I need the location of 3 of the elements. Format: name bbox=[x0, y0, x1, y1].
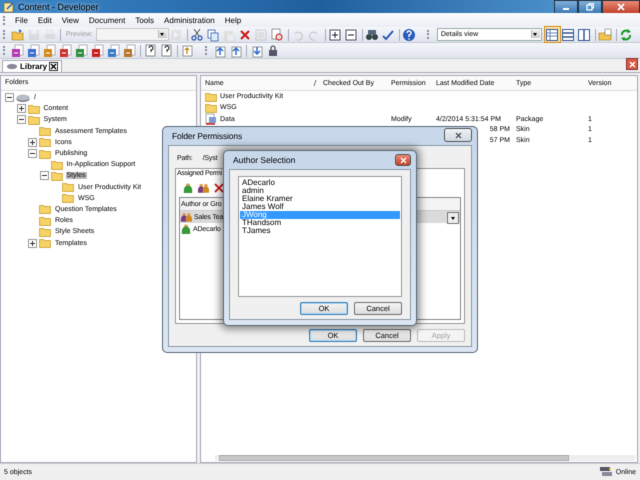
dialog-title: Folder Permissions bbox=[172, 131, 242, 141]
dialog-title: Author Selection bbox=[233, 155, 296, 165]
window-title: Content - Developer bbox=[18, 2, 99, 12]
